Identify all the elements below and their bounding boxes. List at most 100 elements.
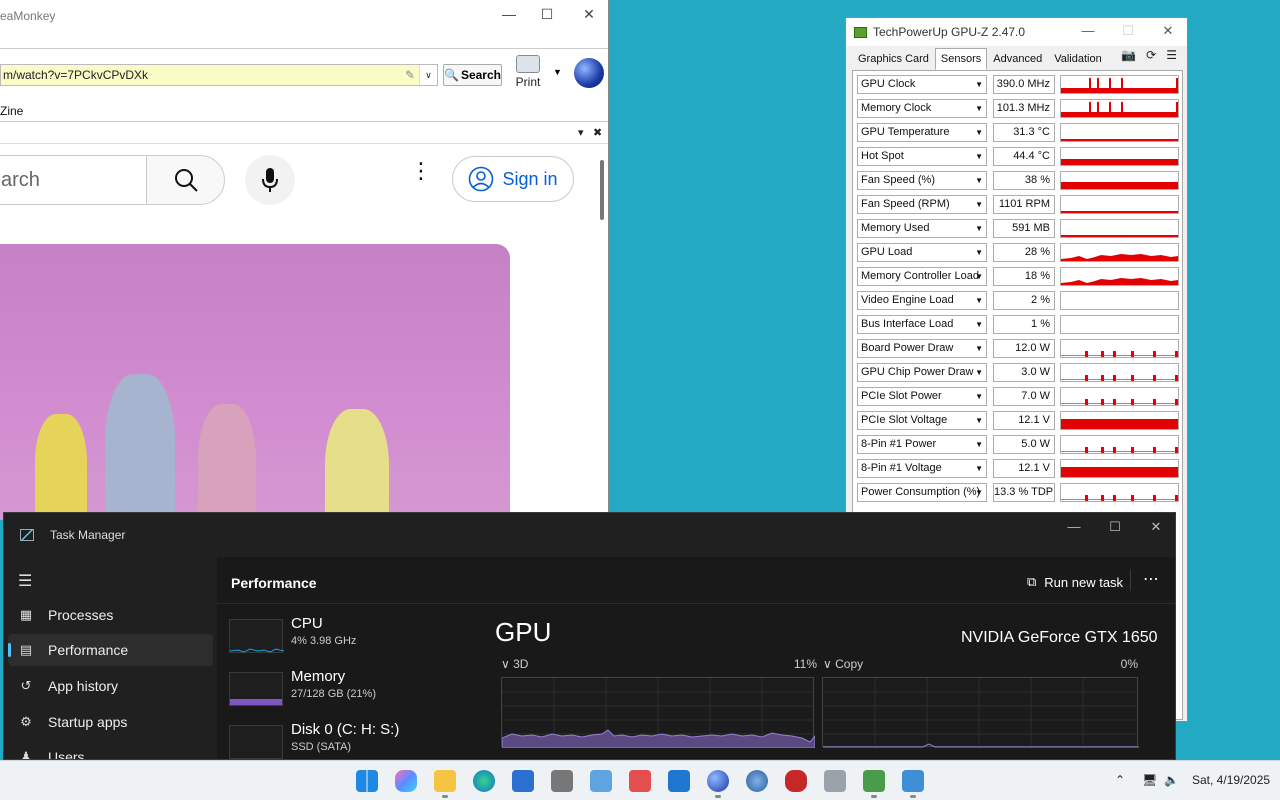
- print-button[interactable]: Print: [512, 55, 544, 89]
- sensor-name: Video Engine Load: [861, 294, 954, 306]
- print-menu-arrow-icon[interactable]: ▼: [553, 67, 562, 77]
- sensor-name: Fan Speed (RPM): [861, 198, 950, 210]
- more-options-icon[interactable]: ⋮: [410, 160, 432, 182]
- sensor-name-dropdown[interactable]: GPU Temperature ▼: [857, 123, 987, 142]
- sensor-name-dropdown[interactable]: Fan Speed (RPM) ▼: [857, 195, 987, 214]
- close-button[interactable]: ✕: [1154, 23, 1182, 39]
- gpuz-title: TechPowerUp GPU-Z 2.47.0: [873, 25, 1026, 39]
- sensor-name-dropdown[interactable]: Memory Clock ▼: [857, 99, 987, 118]
- sensor-name-dropdown[interactable]: Bus Interface Load ▼: [857, 315, 987, 334]
- url-bar[interactable]: m/watch?v=7PCkvCPvDXk ✎ ∨: [0, 64, 438, 86]
- sensor-row: PCIe Slot Voltage ▼ 12.1 V: [857, 411, 1183, 431]
- sensor-name-dropdown[interactable]: GPU Clock ▼: [857, 75, 987, 94]
- graph-copy-label[interactable]: ∨ Copy: [823, 657, 863, 671]
- gpuz-taskbar-icon[interactable]: [863, 770, 885, 792]
- chevron-up-icon[interactable]: ⌃: [1115, 773, 1125, 787]
- voice-search-button[interactable]: [245, 155, 295, 205]
- control-panel-icon[interactable]: [590, 770, 612, 792]
- run-new-task-button[interactable]: ⧉ Run new task: [1027, 574, 1123, 590]
- volume-icon[interactable]: 🔈: [1164, 773, 1179, 787]
- yt-search-button[interactable]: [146, 155, 225, 205]
- microphone-icon: [262, 168, 278, 192]
- task-manager-taskbar-icon[interactable]: [902, 770, 924, 792]
- nav-startup-apps[interactable]: ⚙ Startup apps: [8, 706, 213, 738]
- nav-app-history[interactable]: ↺ App history: [8, 670, 213, 702]
- store-icon[interactable]: [512, 770, 534, 792]
- menu-icon[interactable]: ☰: [1166, 48, 1177, 62]
- tab-list-icon[interactable]: ▾: [578, 126, 584, 139]
- sensor-graph: [1060, 75, 1179, 94]
- browser-window: eaMonkey — ☐ ✕ m/watch?v=7PCkvCPvDXk ✎ ∨…: [0, 0, 609, 520]
- sensor-name-dropdown[interactable]: GPU Load ▼: [857, 243, 987, 262]
- run-new-task-label: Run new task: [1044, 574, 1124, 590]
- running-indicator: [715, 795, 721, 798]
- sensor-name-dropdown[interactable]: GPU Chip Power Draw ▼: [857, 363, 987, 382]
- camera-icon[interactable]: 📷: [1121, 48, 1136, 62]
- perf-item-memory[interactable]: Memory 27/128 GB (21%): [229, 668, 489, 714]
- url-dropdown-icon[interactable]: ∨: [419, 65, 437, 85]
- bug-tool-icon[interactable]: [785, 770, 807, 792]
- sensor-name-dropdown[interactable]: Memory Used ▼: [857, 219, 987, 238]
- notepad-icon[interactable]: [668, 770, 690, 792]
- edge-icon[interactable]: [473, 770, 495, 792]
- sensor-name: GPU Chip Power Draw: [861, 366, 974, 378]
- dropdown-arrow-icon: ▼: [975, 368, 983, 377]
- sensor-name-dropdown[interactable]: Board Power Draw ▼: [857, 339, 987, 358]
- yt-search-input[interactable]: arch: [0, 155, 147, 205]
- maximize-button[interactable]: ☐: [1100, 519, 1130, 535]
- sensor-name-dropdown[interactable]: Video Engine Load ▼: [857, 291, 987, 310]
- tab-advanced[interactable]: Advanced: [987, 48, 1048, 70]
- mail-client-icon[interactable]: [746, 770, 768, 792]
- sensor-name-dropdown[interactable]: 8-Pin #1 Power ▼: [857, 435, 987, 454]
- sensor-name-dropdown[interactable]: PCIe Slot Power ▼: [857, 387, 987, 406]
- copilot-icon[interactable]: [395, 770, 417, 792]
- sensor-name-dropdown[interactable]: PCIe Slot Voltage ▼: [857, 411, 987, 430]
- gpu-card-icon[interactable]: [824, 770, 846, 792]
- close-button[interactable]: ✕: [1141, 519, 1171, 535]
- close-tab-icon[interactable]: ✖: [593, 126, 602, 139]
- sensor-name-dropdown[interactable]: Power Consumption (%) ▼: [857, 483, 987, 502]
- sensor-name-dropdown[interactable]: Memory Controller Load ▼: [857, 267, 987, 286]
- minimize-button[interactable]: —: [494, 6, 524, 22]
- video-player[interactable]: [0, 244, 510, 520]
- start-menu-icon[interactable]: [356, 770, 378, 792]
- maximize-button[interactable]: ☐: [532, 6, 562, 23]
- app-icon[interactable]: [551, 770, 573, 792]
- perf-item-disk[interactable]: Disk 0 (C: H: S:) SSD (SATA): [229, 721, 489, 759]
- tab-graphics-card[interactable]: Graphics Card: [852, 48, 935, 70]
- network-icon[interactable]: 🖥: [1142, 773, 1157, 787]
- perf-item-cpu[interactable]: CPU 4% 3.98 GHz: [229, 615, 489, 661]
- perf-item-name: Disk 0 (C: H: S:): [291, 721, 400, 738]
- file-explorer-icon[interactable]: [434, 770, 456, 792]
- tab-validation[interactable]: Validation: [1048, 48, 1108, 70]
- nav-processes[interactable]: ▦ Processes: [8, 599, 213, 631]
- refresh-icon[interactable]: ⟳: [1146, 48, 1156, 62]
- sensor-name: PCIe Slot Power: [861, 390, 942, 402]
- search-button[interactable]: 🔍 Search: [443, 64, 502, 86]
- clock-date[interactable]: Sat, 4/19/2025: [1192, 773, 1270, 787]
- sensor-row: Bus Interface Load ▼ 1 %: [857, 315, 1183, 335]
- bookmark-item[interactable]: Zine: [0, 104, 23, 118]
- nav-users[interactable]: ♟ Users: [8, 741, 213, 759]
- sensor-graph: [1060, 147, 1179, 166]
- sensor-name-dropdown[interactable]: 8-Pin #1 Voltage ▼: [857, 459, 987, 478]
- running-indicator: [910, 795, 916, 798]
- hamburger-icon[interactable]: ☰: [18, 571, 32, 591]
- close-button[interactable]: ✕: [574, 6, 604, 23]
- minimize-button[interactable]: —: [1059, 519, 1089, 534]
- running-indicator: [871, 795, 877, 798]
- sign-in-button[interactable]: Sign in: [452, 156, 574, 202]
- more-options-icon[interactable]: ⋯: [1143, 569, 1160, 589]
- snipping-tool-icon[interactable]: [629, 770, 651, 792]
- sensor-name-dropdown[interactable]: Fan Speed (%) ▼: [857, 171, 987, 190]
- seamonkey-icon[interactable]: [707, 770, 729, 792]
- sensor-name-dropdown[interactable]: Hot Spot ▼: [857, 147, 987, 166]
- minimize-button[interactable]: —: [1074, 23, 1102, 38]
- bookmark-tag-icon[interactable]: ✎: [405, 68, 415, 82]
- perf-item-detail: SSD (SATA): [291, 741, 352, 753]
- sensor-name: GPU Load: [861, 246, 913, 258]
- graph-3d-label[interactable]: ∨ 3D: [501, 657, 528, 671]
- tab-sensors[interactable]: Sensors: [934, 48, 988, 70]
- scrollbar[interactable]: [600, 160, 604, 220]
- nav-performance[interactable]: ▤ Performance: [8, 634, 213, 666]
